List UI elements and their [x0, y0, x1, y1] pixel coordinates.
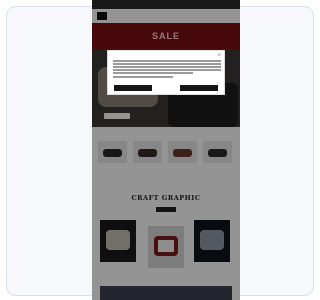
dialog-text-line: [113, 72, 193, 74]
modal-backdrop[interactable]: [92, 0, 240, 300]
accept-cookies-button[interactable]: [114, 85, 152, 91]
reject-cookies-button[interactable]: [180, 85, 218, 91]
cookie-consent-dialog: ✕: [107, 50, 225, 95]
dialog-text-line: [113, 69, 221, 71]
dialog-text-line: [113, 63, 221, 65]
dialog-text-line: [113, 66, 221, 68]
dialog-text-line: [113, 76, 173, 78]
dialog-text-line: [113, 60, 221, 62]
close-icon[interactable]: ✕: [218, 53, 221, 57]
web-page-screenshot: SALE CRAFT GRAPHIC ✕: [92, 0, 240, 300]
